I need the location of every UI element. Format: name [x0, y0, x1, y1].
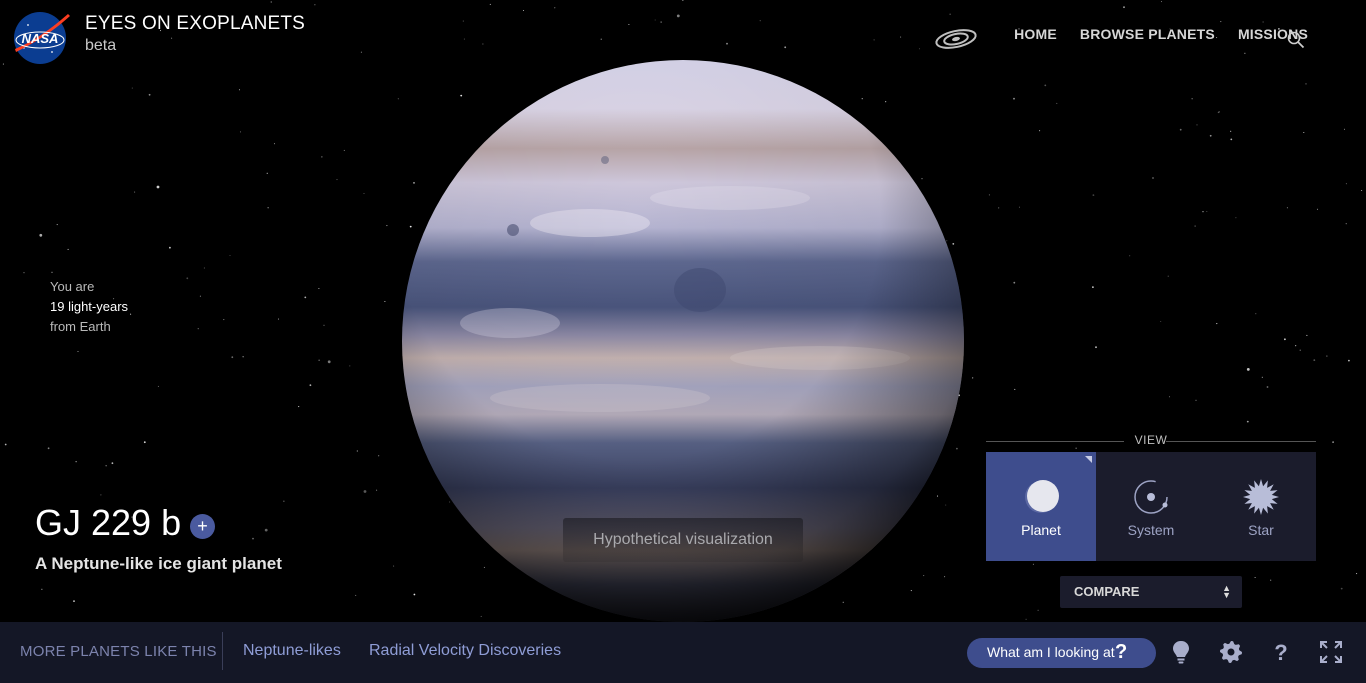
view-system-label: System: [1127, 522, 1175, 538]
more-planets-label: MORE PLANETS LIKE THIS: [20, 643, 217, 660]
planet-icon: [1025, 480, 1059, 513]
nasa-logo-icon[interactable]: NASA: [10, 8, 72, 66]
add-planet-button[interactable]: +: [190, 514, 215, 539]
looking-label: What am I looking at: [987, 644, 1115, 660]
compare-label: COMPARE: [1074, 584, 1140, 599]
fullscreen-icon[interactable]: [1318, 639, 1344, 665]
corner-indicator: [1085, 456, 1092, 463]
divider: [222, 632, 223, 670]
category-link-radial-velocity[interactable]: Radial Velocity Discoveries: [369, 642, 561, 660]
svg-text:?: ?: [1274, 640, 1287, 665]
lightbulb-icon[interactable]: [1168, 639, 1194, 665]
planet-description: A Neptune-like ice giant planet: [35, 554, 282, 573]
compare-dropdown[interactable]: COMPARE ▲ ▼: [1060, 576, 1242, 608]
top-navigation: HOME BROWSE PLANETS MISSIONS: [1014, 26, 1308, 42]
help-icon[interactable]: ?: [1268, 639, 1294, 665]
question-icon: ?: [1115, 641, 1128, 663]
view-heading-label: VIEW: [1134, 433, 1168, 447]
view-star-button[interactable]: Star: [1206, 452, 1316, 561]
system-icon: [1134, 480, 1168, 514]
app-title: EYES ON EXOPLANETS: [85, 13, 306, 34]
distance-prefix: You are: [50, 279, 95, 294]
category-link-neptune-likes[interactable]: Neptune-likes: [243, 642, 341, 660]
view-heading: VIEW: [986, 432, 1316, 450]
divider: [1166, 441, 1316, 442]
view-planet-button[interactable]: Planet: [986, 452, 1096, 561]
app-subtitle: beta: [85, 37, 117, 54]
hypothetical-visualization-label: Hypothetical visualization: [563, 518, 803, 562]
planet-name: GJ 229 b: [35, 502, 182, 543]
distance-suffix: from Earth: [50, 319, 111, 334]
nav-browse-planets[interactable]: BROWSE PLANETS: [1080, 26, 1215, 42]
view-planet-label: Planet: [1021, 522, 1061, 538]
sort-arrows-icon: ▲ ▼: [1222, 583, 1231, 600]
galaxy-icon[interactable]: [934, 27, 978, 51]
app-brand: EYES ON EXOPLANETS beta: [85, 13, 305, 55]
search-icon[interactable]: [1286, 30, 1306, 50]
nav-home[interactable]: HOME: [1014, 26, 1057, 42]
what-am-i-looking-at-button[interactable]: What am I looking at ?: [967, 638, 1156, 668]
view-star-label: Star: [1248, 522, 1274, 538]
distance-readout: You are 19 light-years from Earth: [50, 277, 128, 337]
bottom-bar: MORE PLANETS LIKE THIS Neptune-likes Rad…: [0, 622, 1366, 683]
distance-value: 19 light-years: [50, 299, 129, 314]
svg-text:NASA: NASA: [22, 31, 59, 46]
view-switcher: Planet System Star: [986, 452, 1316, 561]
view-system-button[interactable]: System: [1096, 452, 1206, 561]
star-icon: [1243, 479, 1279, 515]
gear-icon[interactable]: [1218, 639, 1244, 665]
